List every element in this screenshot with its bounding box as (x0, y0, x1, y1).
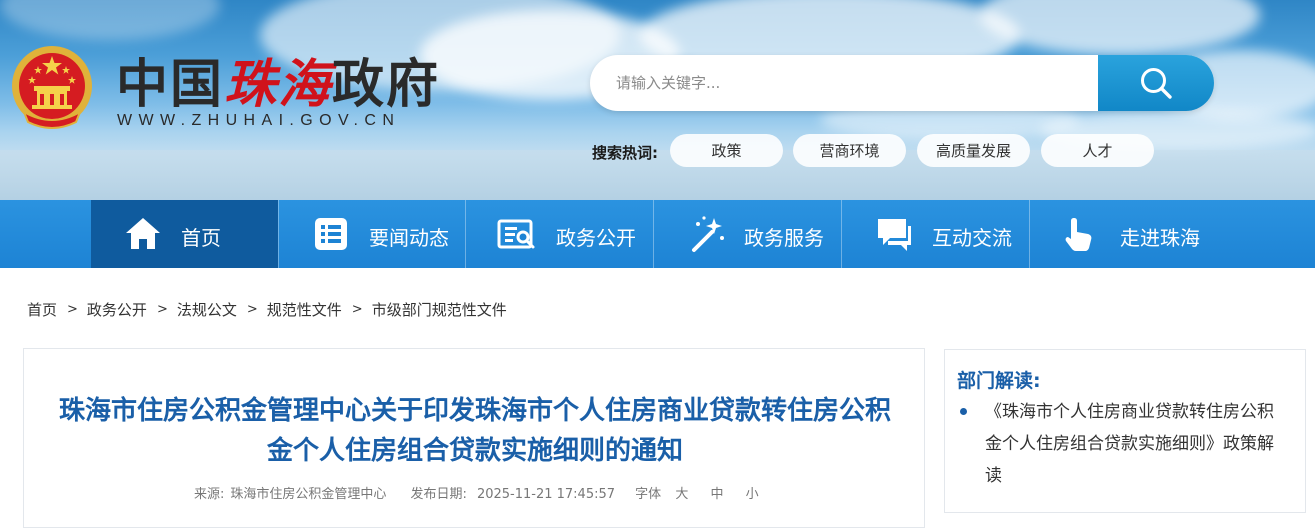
breadcrumb-item-gov-affairs-disclosure[interactable]: 政务公开 (87, 299, 147, 320)
department-interpretation-panel: 部门解读: 《珠海市个人住房商业贷款转住房公积金个人住房组合贷款实施细则》政策解… (944, 349, 1306, 513)
article-title: 珠海市住房公积金管理中心关于印发珠海市个人住房商业贷款转住房公积 金个人住房组合… (24, 391, 926, 471)
breadcrumb-item-home[interactable]: 首页 (27, 299, 57, 320)
policy-interpretation-link[interactable]: 《珠海市个人住房商业贷款转住房公积金个人住房组合贷款实施细则》政策解读 (985, 396, 1285, 492)
article-meta: 来源: 珠海市住房公积金管理中心 发布日期: 2025-11-21 17:45:57… (194, 483, 765, 502)
magic-wand-icon (692, 216, 724, 252)
site-title-china: 中国 (116, 53, 225, 115)
news-list-icon (315, 218, 347, 250)
site-title-zhuhai: 珠海 (224, 53, 333, 115)
hot-tag-high-quality-development[interactable]: 高质量发展 (917, 134, 1030, 167)
nav-item-home[interactable]: 首页 (91, 200, 278, 268)
nav-item-gov-affairs-disclosure[interactable]: 政务公开 (466, 200, 653, 268)
search-box (590, 55, 1214, 111)
publish-date: 2025-11-21 17:45:57 (476, 487, 616, 502)
department-interpretation-title: 部门解读: (957, 370, 1041, 392)
article-title-line-1: 珠海市住房公积金管理中心关于印发珠海市个人住房商业贷款转住房公积 (58, 396, 891, 426)
article-title-line-2: 金个人住房组合贷款实施细则的通知 (266, 436, 683, 466)
nav-label-gov-services: 政务服务 (744, 226, 824, 250)
site-header: 中国 珠海 政府 WWW.ZHUHAI.GOV.CN 搜索热词: 政策 营商环境… (0, 0, 1315, 200)
hot-tag-policy[interactable]: 政策 (670, 134, 783, 167)
home-icon (126, 218, 160, 249)
breadcrumb-item-regulations[interactable]: 法规公文 (177, 299, 237, 320)
breadcrumb-separator: > (156, 302, 168, 317)
breadcrumb-item-normative-documents[interactable]: 规范性文件 (267, 299, 342, 320)
hot-tag-business-environment[interactable]: 营商环境 (793, 134, 906, 167)
nav-label-home: 首页 (181, 226, 221, 250)
site-domain: WWW.ZHUHAI.GOV.CN (117, 112, 401, 129)
nav-item-interaction[interactable]: 互动交流 (842, 200, 1029, 268)
breadcrumb: 首页 > 政务公开 > 法规公文 > 规范性文件 > 市级部门规范性文件 (27, 299, 507, 320)
breadcrumb-separator: > (246, 302, 258, 317)
nav-item-about-zhuhai[interactable]: 走进珠海 (1030, 200, 1217, 268)
nav-label-gov-affairs-disclosure: 政务公开 (556, 226, 636, 250)
site-title[interactable]: 中国 珠海 政府 (116, 48, 440, 115)
search-input[interactable] (590, 55, 1098, 111)
hot-search-label: 搜索热词: (592, 144, 658, 162)
document-search-icon (497, 219, 535, 249)
font-size-small[interactable]: 小 (746, 487, 759, 502)
breadcrumb-item-municipal-department-documents[interactable]: 市级部门规范性文件 (372, 299, 507, 320)
source-label: 来源: (194, 487, 225, 502)
breadcrumb-separator: > (351, 302, 363, 317)
bullet-icon (960, 408, 967, 415)
font-size-large[interactable]: 大 (675, 487, 688, 502)
font-size-medium[interactable]: 中 (710, 487, 723, 502)
chat-bubble-icon (878, 219, 911, 251)
nav-label-about-zhuhai: 走进珠海 (1120, 226, 1200, 250)
site-title-government: 政府 (332, 53, 441, 115)
pointer-hand-icon (1065, 218, 1092, 251)
source-value: 珠海市住房公积金管理中心 (230, 487, 387, 502)
date-label: 发布日期: (410, 487, 467, 502)
search-icon (1141, 68, 1172, 99)
article-panel: 珠海市住房公积金管理中心关于印发珠海市个人住房商业贷款转住房公积 金个人住房组合… (23, 348, 925, 528)
nav-item-gov-services[interactable]: 政务服务 (654, 200, 841, 268)
main-nav: 首页 要闻动态 政务公开 政务服务 互动交流 走进珠海 (0, 200, 1315, 268)
font-size-label: 字体 (635, 487, 662, 502)
breadcrumb-separator: > (67, 302, 78, 317)
nav-label-interaction: 互动交流 (932, 226, 1012, 250)
nav-item-news[interactable]: 要闻动态 (279, 200, 465, 268)
nav-label-news: 要闻动态 (369, 226, 449, 250)
hot-tag-talent[interactable]: 人才 (1041, 134, 1154, 167)
national-emblem-icon (12, 46, 92, 129)
search-button[interactable] (1098, 55, 1214, 111)
